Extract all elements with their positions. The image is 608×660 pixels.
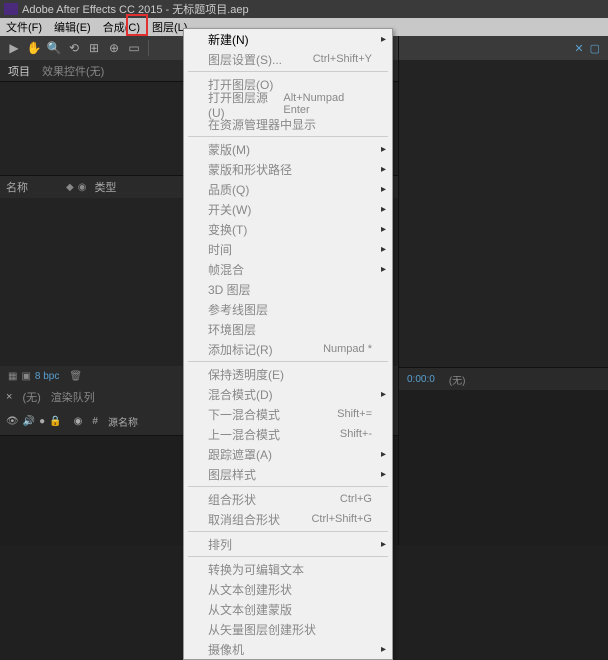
menu-edit[interactable]: 编辑(E)	[48, 17, 97, 37]
menu-separator	[188, 136, 388, 137]
menu-open-layer-source[interactable]: 打开图层源(U)Alt+Numpad Enter	[184, 94, 392, 114]
menu-from-vector-shape[interactable]: 从矢量图层创建形状	[184, 619, 392, 639]
col-source-name[interactable]: 源名称	[108, 414, 138, 429]
tab-render-queue[interactable]: 渲染队列	[51, 389, 95, 405]
right-panel: ✕ ▢ 0:00:0 (无)	[398, 36, 608, 545]
menu-to-editable[interactable]: 转换为可编辑文本	[184, 559, 392, 579]
menu-separator	[188, 556, 388, 557]
tag-icon[interactable]: ◆	[66, 182, 74, 193]
menu-ungroup[interactable]: 取消组合形状Ctrl+Shift+G	[184, 509, 392, 529]
tab-project[interactable]: 项目	[8, 63, 30, 79]
solo-icon[interactable]: ●	[39, 416, 45, 427]
hand-tool-icon[interactable]: ✋	[26, 40, 42, 56]
rotate-tool-icon[interactable]: ⟲	[66, 40, 82, 56]
viewer-area	[399, 60, 608, 368]
trash-icon[interactable]: 🗑	[69, 371, 82, 382]
tab-effect-controls[interactable]: 效果控件(无)	[42, 63, 104, 79]
menu-layer-settings[interactable]: 图层设置(S)...Ctrl+Shift+Y	[184, 49, 392, 69]
zoom-tool-icon[interactable]: 🔍	[46, 40, 62, 56]
snap-icon[interactable]: ✕	[574, 42, 583, 55]
menu-guide-layer[interactable]: 参考线图层	[184, 299, 392, 319]
tab-none[interactable]: (无)	[22, 389, 40, 405]
menu-show-in-resource[interactable]: 在资源管理器中显示	[184, 114, 392, 134]
menu-mask[interactable]: 蒙版(M)	[184, 139, 392, 159]
label-icon[interactable]: ◉	[78, 182, 87, 193]
menu-prev-blend[interactable]: 上一混合模式Shift+-	[184, 424, 392, 444]
label-icon[interactable]: ◉	[74, 416, 83, 427]
tool-separator	[148, 40, 149, 56]
col-type[interactable]: 类型	[94, 179, 116, 195]
menu-file[interactable]: 文件(F)	[0, 17, 48, 37]
footer-icon[interactable]: ▦	[8, 371, 17, 382]
menu-from-text-mask[interactable]: 从文本创建蒙版	[184, 599, 392, 619]
menu-separator	[188, 531, 388, 532]
menu-blend-mode[interactable]: 混合模式(D)	[184, 384, 392, 404]
timecode[interactable]: 0:00:0	[407, 374, 435, 385]
audio-icon[interactable]: 🔊	[23, 416, 35, 427]
right-timeline-body	[399, 390, 608, 545]
menu-from-text-shape[interactable]: 从文本创建形状	[184, 579, 392, 599]
title-bar: Adobe After Effects CC 2015 - 无标题项目.aep	[0, 0, 608, 18]
col-number[interactable]: #	[92, 416, 98, 427]
menu-preserve-trans[interactable]: 保持透明度(E)	[184, 364, 392, 384]
bpc-label[interactable]: 8 bpc	[35, 371, 59, 382]
menu-separator	[188, 71, 388, 72]
selection-tool-icon[interactable]: ▶	[6, 40, 22, 56]
menu-next-blend[interactable]: 下一混合模式Shift+=	[184, 404, 392, 424]
close-icon[interactable]: ×	[6, 391, 12, 403]
viewer-none[interactable]: (无)	[449, 372, 466, 387]
menu-separator	[188, 486, 388, 487]
shape-tool-icon[interactable]: ▭	[126, 40, 142, 56]
menu-transform[interactable]: 变换(T)	[184, 219, 392, 239]
menu-3d-layer[interactable]: 3D 图层	[184, 279, 392, 299]
menu-env-layer[interactable]: 环境图层	[184, 319, 392, 339]
col-name[interactable]: 名称	[6, 179, 28, 195]
lock-icon[interactable]: 🔒	[49, 416, 61, 427]
footer-icon2[interactable]: ▣	[21, 371, 30, 382]
menu-separator	[188, 361, 388, 362]
menu-add-marker[interactable]: 添加标记(R)Numpad *	[184, 339, 392, 359]
layer-context-menu: 新建(N) 图层设置(S)...Ctrl+Shift+Y 打开图层(O) 打开图…	[183, 28, 393, 660]
annotation-highlight-menu	[126, 14, 148, 36]
menu-track-matte[interactable]: 跟踪遮罩(A)	[184, 444, 392, 464]
app-icon	[4, 3, 18, 15]
menu-arrange[interactable]: 排列	[184, 534, 392, 554]
menu-quality[interactable]: 品质(Q)	[184, 179, 392, 199]
right-toolbar: ✕ ▢	[399, 36, 608, 60]
right-timeline-header: 0:00:0 (无)	[399, 368, 608, 390]
menu-switch[interactable]: 开关(W)	[184, 199, 392, 219]
menu-group[interactable]: 组合形状Ctrl+G	[184, 489, 392, 509]
eye-icon[interactable]: 👁	[6, 416, 19, 427]
menu-new[interactable]: 新建(N)	[184, 29, 392, 49]
menu-camera[interactable]: 摄像机	[184, 639, 392, 659]
menu-mask-shape[interactable]: 蒙版和形状路径	[184, 159, 392, 179]
camera-tool-icon[interactable]: ⊞	[86, 40, 102, 56]
menu-frame-blend[interactable]: 帧混合	[184, 259, 392, 279]
box-icon[interactable]: ▢	[590, 42, 600, 55]
menu-layer-style[interactable]: 图层样式	[184, 464, 392, 484]
anchor-tool-icon[interactable]: ⊕	[106, 40, 122, 56]
menu-time[interactable]: 时间	[184, 239, 392, 259]
